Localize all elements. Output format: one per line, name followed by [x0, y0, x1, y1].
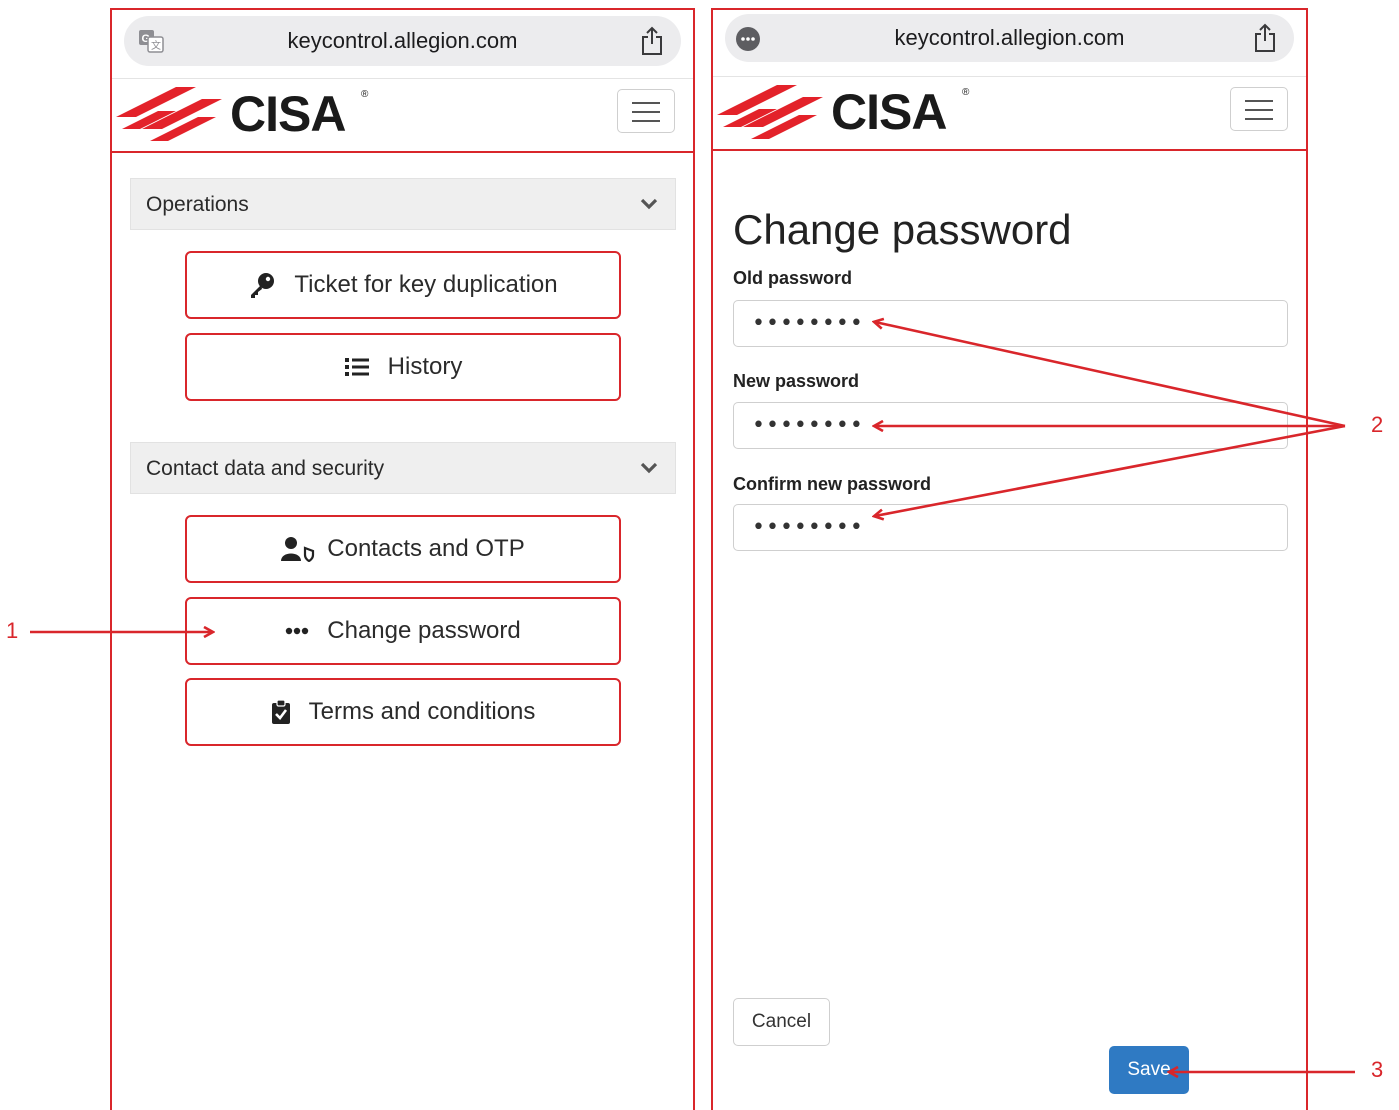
old-password-label: Old password	[733, 268, 853, 288]
button-label: History	[387, 353, 463, 380]
section-title: Contact data and security	[146, 457, 385, 480]
clipboard-check-icon	[271, 699, 291, 725]
hamburger-line	[1245, 118, 1273, 120]
hamburger-line	[632, 102, 660, 104]
button-label: Terms and conditions	[308, 698, 536, 725]
address-bar[interactable]: keycontrol.allegion.com	[725, 14, 1294, 62]
hamburger-line	[632, 111, 660, 113]
section-title: Operations	[146, 193, 249, 216]
user-shield-icon	[281, 536, 315, 562]
url-text[interactable]: keycontrol.allegion.com	[725, 14, 1294, 62]
site-header: CISA ®	[713, 76, 1306, 151]
section-header-operations[interactable]: Operations	[130, 178, 676, 230]
menu-toggle-button[interactable]	[1230, 87, 1288, 131]
section-header-contact-security[interactable]: Contact data and security	[130, 442, 676, 494]
hamburger-line	[1245, 100, 1273, 102]
left-screen: G 文 keycontrol.allegion.com CISA ® Opera…	[110, 8, 695, 1110]
registered-mark: ®	[962, 87, 970, 98]
cancel-button[interactable]: Cancel	[733, 998, 830, 1046]
button-label: Contacts and OTP	[327, 535, 525, 562]
new-password-field[interactable]: ••••••••	[733, 402, 1288, 449]
site-header: CISA ®	[112, 78, 693, 153]
button-label: Change password	[327, 617, 521, 644]
callout-number-3: 3	[1371, 1057, 1384, 1082]
ticket-key-duplication-button[interactable]: Ticket for key duplication	[185, 251, 621, 319]
cisa-logo-mark-icon	[717, 85, 823, 139]
change-password-button[interactable]: Change password	[185, 597, 621, 665]
hamburger-line	[1245, 109, 1273, 111]
contacts-otp-button[interactable]: Contacts and OTP	[185, 515, 621, 583]
right-screen: keycontrol.allegion.com CISA ® Change pa…	[711, 8, 1308, 1110]
confirm-password-field[interactable]: ••••••••	[733, 504, 1288, 551]
brand-name: CISA	[831, 84, 947, 140]
save-button[interactable]: Save	[1109, 1046, 1189, 1094]
registered-mark: ®	[361, 89, 369, 100]
history-button[interactable]: History	[185, 333, 621, 401]
brand-name: CISA	[230, 86, 346, 142]
page-title: Change password	[733, 206, 1072, 253]
cisa-logo-mark-icon	[116, 87, 222, 141]
url-text[interactable]: keycontrol.allegion.com	[124, 16, 681, 66]
hamburger-line	[632, 120, 660, 122]
terms-conditions-button[interactable]: Terms and conditions	[185, 678, 621, 746]
share-icon[interactable]	[639, 26, 665, 56]
chevron-down-icon[interactable]	[639, 197, 659, 211]
address-bar[interactable]: G 文 keycontrol.allegion.com	[124, 16, 681, 66]
key-icon	[248, 271, 276, 299]
menu-toggle-button[interactable]	[617, 89, 675, 133]
confirm-password-label: Confirm new password	[733, 474, 932, 494]
callout-number-2: 2	[1371, 412, 1384, 437]
list-icon	[344, 356, 370, 378]
ellipsis-icon	[285, 627, 309, 635]
button-label: Ticket for key duplication	[294, 271, 558, 298]
new-password-label: New password	[733, 371, 860, 391]
callout-number-1: 1	[6, 618, 19, 643]
share-icon[interactable]	[1252, 23, 1278, 53]
old-password-field[interactable]: ••••••••	[733, 300, 1288, 347]
chevron-down-icon[interactable]	[639, 461, 659, 475]
